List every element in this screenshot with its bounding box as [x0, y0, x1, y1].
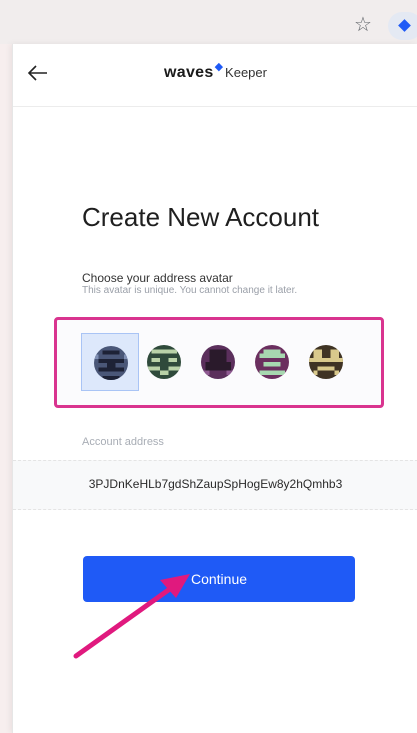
- avatar: [201, 345, 235, 379]
- continue-button[interactable]: Continue: [83, 556, 355, 602]
- waves-extension-icon[interactable]: [388, 12, 417, 40]
- avatar: [309, 345, 343, 379]
- keeper-popup: waves◆ Keeper Create New Account Choose y…: [12, 44, 417, 733]
- avatar: [255, 345, 289, 379]
- avatar-hint: This avatar is unique. You cannot change…: [82, 285, 298, 296]
- star-icon[interactable]: ☆: [352, 14, 374, 36]
- waves-keeper-logo: waves◆ Keeper: [13, 61, 417, 82]
- logo-diamond-icon: ◆: [214, 61, 224, 73]
- avatar-label: Choose your address avatar: [82, 271, 233, 285]
- avatar-option-5[interactable]: [297, 333, 355, 391]
- avatar-option-4[interactable]: [243, 333, 301, 391]
- avatar: [94, 346, 128, 380]
- screen: ☆ waves◆ Keeper Create New Account Choose…: [0, 0, 417, 733]
- logo-waves-text: waves: [164, 64, 214, 81]
- avatar: [147, 345, 181, 379]
- avatar-option-1[interactable]: [81, 333, 139, 391]
- avatar-option-2[interactable]: [135, 333, 193, 391]
- account-address: 3PJDnKeHLb7gdShZaupSpHogEw8y2hQmhb3: [88, 477, 343, 491]
- page-title: Create New Account: [82, 202, 320, 232]
- browser-toolbar: ☆: [0, 0, 417, 44]
- logo-keeper-text: Keeper: [225, 65, 267, 80]
- avatar-option-3[interactable]: [189, 333, 247, 391]
- address-label: Account address: [82, 436, 164, 448]
- popup-header: waves◆ Keeper: [13, 44, 417, 107]
- avatar-picker: [54, 317, 384, 408]
- address-box: 3PJDnKeHLb7gdShZaupSpHogEw8y2hQmhb3: [13, 460, 417, 510]
